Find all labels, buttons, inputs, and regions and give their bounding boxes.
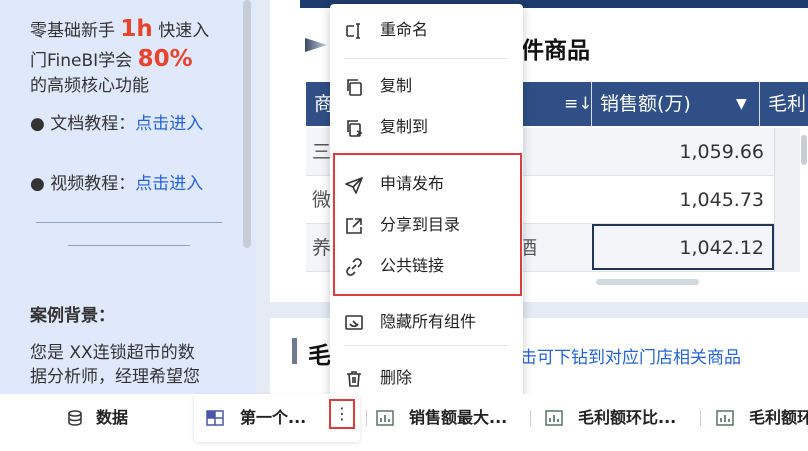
copy-to-icon — [347, 120, 363, 137]
chart-icon — [376, 410, 394, 426]
tab-data[interactable]: 数据 — [96, 394, 128, 442]
cell-sales[interactable]: 1,042.12 — [592, 224, 774, 272]
sort-desc-icon[interactable]: ≡↓ — [564, 82, 593, 126]
column-header-gross-profit[interactable]: 毛利 — [768, 82, 806, 126]
menu-item-label: 复制到 — [380, 117, 429, 136]
column-separator — [591, 82, 592, 126]
cell-sales[interactable]: 1,059.66 — [592, 128, 774, 176]
drilldown-hint[interactable]: 击可下钻到对应门店相关商品 — [520, 343, 741, 368]
menu-item-label: 重命名 — [380, 20, 429, 39]
database-icon — [68, 410, 82, 426]
hide-icon — [345, 315, 363, 330]
link-icon — [346, 258, 362, 276]
share-icon — [346, 218, 362, 234]
cell-product: 微 — [312, 189, 332, 211]
menu-item-hide-all-components[interactable]: 隐藏所有组件 — [330, 302, 523, 342]
intro-line-3: 的高频核心功能 — [30, 76, 149, 96]
trash-icon — [347, 371, 361, 387]
cell-gross-profit — [774, 176, 800, 224]
intro-text: 门FineBI学会 — [30, 51, 133, 71]
doc-tutorial-row: ● 文档教程：点击进入 — [30, 111, 203, 137]
menu-item-label: 隐藏所有组件 — [380, 312, 477, 331]
menu-item-label: 申请发布 — [380, 174, 445, 193]
menu-separator — [344, 345, 508, 346]
bottom-tab-bar: 数据 第一个... ⋮ 销售额最大... 毛利额环比... 毛利额环 — [0, 394, 808, 451]
case-line-2: 据分析师，经理希望您 — [30, 367, 200, 387]
chart-icon — [716, 410, 734, 426]
tab-separator — [366, 410, 367, 426]
case-line-1: 您是 XX连锁超市的数 — [30, 343, 195, 363]
cell-sales[interactable]: 1,045.73 — [592, 176, 774, 224]
intro-line-1: 零基础新手 1h 快速入 — [30, 16, 209, 44]
menu-item-label: 公共链接 — [380, 256, 445, 275]
dashboard-icon — [206, 410, 224, 426]
tab-separator — [530, 410, 531, 426]
menu-item-label: 分享到目录 — [380, 215, 461, 234]
rename-icon — [346, 23, 360, 39]
cell-product: 三 — [312, 141, 332, 163]
menu-item-share-to-directory[interactable]: 分享到目录 — [330, 205, 523, 245]
intro-text: 快速入 — [158, 21, 210, 41]
title-accent-bar — [292, 338, 297, 364]
menu-item-label: 复制 — [380, 76, 413, 95]
panel-gutter — [256, 0, 270, 394]
second-widget-title: 毛 — [308, 343, 331, 369]
menu-item-rename[interactable]: 重命名 — [330, 10, 523, 50]
menu-item-copy-to[interactable]: 复制到 — [330, 107, 523, 147]
table-horizontal-scrollbar[interactable] — [596, 279, 699, 285]
video-tutorial-label: ● 视频教程： — [30, 174, 136, 194]
video-tutorial-row: ● 视频教程：点击进入 — [30, 171, 203, 197]
divider — [36, 222, 222, 223]
column-separator — [759, 82, 760, 126]
cell-gross-profit — [774, 224, 800, 272]
doc-tutorial-label: ● 文档教程： — [30, 114, 136, 134]
intro-highlight-hours: 1h — [120, 16, 153, 42]
copy-icon — [347, 79, 362, 96]
menu-item-public-link[interactable]: 公共链接 — [330, 246, 523, 286]
cell-product: 养 — [312, 237, 332, 259]
intro-text: 零基础新手 — [30, 21, 115, 41]
tab-separator — [700, 410, 701, 426]
send-icon — [345, 177, 363, 194]
menu-item-apply-publish[interactable]: 申请发布 — [330, 164, 523, 204]
case-background-title: 案例背景： — [30, 306, 115, 326]
intro-line-2: 门FineBI学会 80% — [30, 46, 193, 74]
divider — [68, 245, 190, 246]
doc-tutorial-link[interactable]: 点击进入 — [135, 114, 203, 134]
guide-panel-scrollbar[interactable] — [243, 0, 251, 248]
filter-icon[interactable]: ▼ — [736, 82, 747, 126]
tab-gross-profit-mom[interactable]: 毛利额环比... — [578, 394, 676, 442]
menu-item-delete[interactable]: 删除 — [330, 358, 523, 398]
context-menu: 重命名 复制 复制到 申请发布 分享到目录 公共链接 隐藏所有组件 删除 — [330, 4, 523, 406]
table-vertical-scrollbar[interactable] — [801, 135, 807, 165]
intro-highlight-percent: 80% — [137, 46, 193, 72]
tab-gross-profit-mom-2[interactable]: 毛利额环 — [749, 394, 808, 442]
cell-gross-profit — [774, 128, 800, 176]
chart-icon — [545, 410, 563, 426]
video-tutorial-link[interactable]: 点击进入 — [135, 174, 203, 194]
tab-top-sales[interactable]: 销售额最大... — [409, 394, 507, 442]
menu-separator — [344, 58, 508, 59]
guide-panel: 零基础新手 1h 快速入 门FineBI学会 80% 的高频核心功能 ● 文档教… — [0, 0, 256, 394]
column-header-sales[interactable]: 销售额(万) — [600, 82, 691, 126]
tab-first-dashboard-label: 第一个... — [240, 408, 307, 427]
menu-item-copy[interactable]: 复制 — [330, 66, 523, 106]
menu-item-label: 删除 — [380, 368, 413, 387]
more-options-icon[interactable]: ⋮ — [329, 399, 355, 429]
widget-title: 件商品 — [521, 38, 590, 64]
